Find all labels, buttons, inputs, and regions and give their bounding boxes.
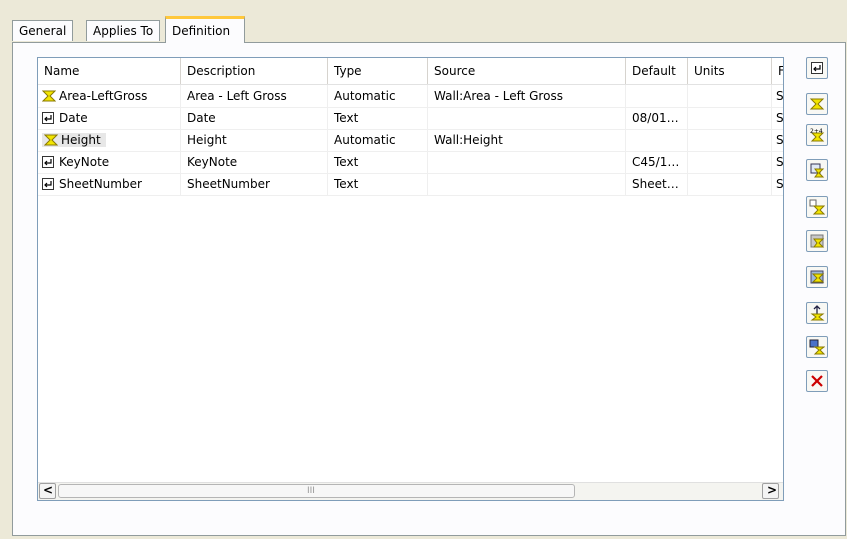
selected-name-highlight: Height <box>42 133 106 147</box>
scroll-thumb[interactable]: III <box>58 484 575 498</box>
cell-f[interactable]: S| <box>772 151 783 173</box>
cell-description[interactable]: Date <box>181 107 328 129</box>
cell-name[interactable]: Height <box>38 129 181 151</box>
cell-type[interactable]: Text <box>328 173 428 195</box>
cell-default[interactable] <box>626 85 688 107</box>
text-property-icon <box>42 112 54 124</box>
cell-name[interactable]: Date <box>38 107 181 129</box>
add-material-property-button[interactable] <box>806 230 828 252</box>
cell-name[interactable]: Area-LeftGross <box>38 85 181 107</box>
cell-default[interactable]: 08/01… <box>626 107 688 129</box>
cell-units[interactable] <box>688 151 772 173</box>
cell-units[interactable] <box>688 85 772 107</box>
row-name-label: Area-LeftGross <box>59 89 148 103</box>
cell-units[interactable] <box>688 107 772 129</box>
add-anchor-property-button[interactable] <box>806 159 828 181</box>
scroll-right-button[interactable]: > <box>762 483 779 499</box>
cell-source[interactable] <box>428 173 626 195</box>
cell-type[interactable]: Automatic <box>328 129 428 151</box>
cell-default[interactable]: C45/1… <box>626 151 688 173</box>
add-automatic-property-button[interactable] <box>806 93 828 115</box>
column-header-units[interactable]: Units <box>688 58 772 84</box>
delete-button[interactable] <box>806 370 828 392</box>
cell-type[interactable]: Text <box>328 151 428 173</box>
cell-default[interactable]: Sheet… <box>626 173 688 195</box>
cell-f[interactable]: S| <box>772 107 783 129</box>
add-text-property-icon <box>811 62 823 74</box>
property-definition-grid[interactable]: Name Description Type Source Default Uni… <box>37 57 784 501</box>
cell-name[interactable]: SheetNumber <box>38 173 181 195</box>
cell-description[interactable]: KeyNote <box>181 151 328 173</box>
automatic-property-icon <box>44 134 58 146</box>
column-header-description[interactable]: Description <box>181 58 328 84</box>
column-header-name[interactable]: Name <box>38 58 181 84</box>
delete-icon <box>811 375 823 387</box>
column-header-default[interactable]: Default <box>626 58 688 84</box>
cell-default[interactable] <box>626 129 688 151</box>
cell-description[interactable]: SheetNumber <box>181 173 328 195</box>
row-name-label: SheetNumber <box>59 177 142 191</box>
cell-units[interactable] <box>688 173 772 195</box>
cell-description[interactable]: Area - Left Gross <box>181 85 328 107</box>
cell-name[interactable]: KeyNote <box>38 151 181 173</box>
cell-f[interactable]: S| <box>772 173 783 195</box>
add-formula-property-button[interactable]: 2+4 <box>806 124 828 146</box>
add-graphic-property-button[interactable] <box>806 336 828 358</box>
table-row[interactable]: KeyNote KeyNote Text C45/1… S| <box>38 151 783 174</box>
column-header-type[interactable]: Type <box>328 58 428 84</box>
tab-general[interactable]: General <box>12 20 74 41</box>
add-property-set-data-button[interactable] <box>806 266 828 288</box>
add-graphic-property-icon <box>809 339 825 355</box>
automatic-property-icon <box>42 90 56 102</box>
row-name-label: KeyNote <box>59 155 110 169</box>
cell-description[interactable]: Height <box>181 129 328 151</box>
text-property-icon <box>42 156 54 168</box>
add-material-property-icon <box>810 234 825 248</box>
scroll-grip: III <box>307 486 315 496</box>
cell-source[interactable]: Wall:Height <box>428 129 626 151</box>
column-header-source[interactable]: Source <box>428 58 626 84</box>
cell-source[interactable] <box>428 107 626 129</box>
cell-units[interactable] <box>688 129 772 151</box>
cell-type[interactable]: Automatic <box>328 85 428 107</box>
table-row[interactable]: SheetNumber SheetNumber Text Sheet… S| <box>38 173 783 196</box>
grid-header: Name Description Type Source Default Uni… <box>38 58 783 85</box>
table-row[interactable]: Date Date Text 08/01… S| <box>38 107 783 130</box>
row-name-label: Height <box>61 133 101 147</box>
table-row[interactable]: Area-LeftGross Area - Left Gross Automat… <box>38 85 783 108</box>
column-header-f[interactable]: F <box>772 58 783 84</box>
add-classification-property-icon <box>809 199 825 215</box>
add-location-property-icon <box>810 305 825 321</box>
add-automatic-property-icon <box>809 98 825 110</box>
horizontal-scrollbar[interactable]: < III > <box>38 482 783 500</box>
text-property-icon <box>42 178 54 190</box>
add-location-property-button[interactable] <box>806 302 828 324</box>
add-formula-property-icon: 2+4 <box>810 128 825 142</box>
scroll-left-arrow: < <box>43 483 54 497</box>
tab-definition[interactable]: Definition <box>165 16 245 43</box>
add-anchor-property-icon <box>810 163 825 178</box>
tab-applies-to[interactable]: Applies To <box>86 20 161 41</box>
add-classification-property-button[interactable] <box>806 196 828 218</box>
add-property-set-data-icon <box>810 270 825 284</box>
add-text-property-button[interactable] <box>806 57 828 79</box>
row-name-label: Date <box>59 111 88 125</box>
cell-source[interactable]: Wall:Area - Left Gross <box>428 85 626 107</box>
table-row[interactable]: Height Height Automatic Wall:Height S| <box>38 129 783 152</box>
cell-f[interactable]: S| <box>772 85 783 107</box>
cell-type[interactable]: Text <box>328 107 428 129</box>
scroll-left-button[interactable]: < <box>39 483 56 499</box>
cell-source[interactable] <box>428 151 626 173</box>
scroll-right-arrow: > <box>767 483 778 497</box>
svg-text:2+4: 2+4 <box>810 128 823 135</box>
cell-f[interactable]: S| <box>772 129 783 151</box>
